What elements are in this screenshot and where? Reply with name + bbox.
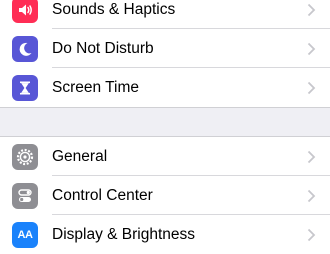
gear-icon xyxy=(12,143,38,170)
chevron-right-icon xyxy=(307,150,316,163)
settings-row-label: Sounds & Haptics xyxy=(52,0,176,18)
settings-row-label: General xyxy=(52,147,108,165)
settings-row-label: Control Center xyxy=(52,186,153,204)
settings-row-label: Do Not Disturb xyxy=(52,39,154,57)
settings-row-label: Screen Time xyxy=(52,78,140,96)
settings-row-label: Display & Brightness xyxy=(52,225,196,243)
settings-group-general: General Control Center AA Display & Brig… xyxy=(0,137,330,254)
section-divider xyxy=(0,107,330,108)
chevron-right-icon xyxy=(307,189,316,202)
settings-row-control-center[interactable]: Control Center xyxy=(0,176,330,215)
text-size-icon-glyph: AA xyxy=(17,228,33,241)
settings-row-screen-time[interactable]: Screen Time xyxy=(0,68,330,107)
settings-row-display-brightness[interactable]: AA Display & Brightness xyxy=(0,215,330,254)
chevron-right-icon xyxy=(307,3,316,16)
text-size-icon: AA xyxy=(12,221,38,248)
settings-row-do-not-disturb[interactable]: Do Not Disturb xyxy=(0,29,330,68)
chevron-right-icon xyxy=(307,81,316,94)
chevron-right-icon xyxy=(307,42,316,55)
settings-group-sound-focus: Sounds & Haptics Do Not Disturb Screen T… xyxy=(0,0,330,107)
settings-row-general[interactable]: General xyxy=(0,137,330,176)
settings-row-sounds-haptics[interactable]: Sounds & Haptics xyxy=(0,0,330,29)
chevron-right-icon xyxy=(307,228,316,241)
moon-icon xyxy=(12,35,38,62)
speaker-icon xyxy=(12,0,38,23)
hourglass-icon xyxy=(12,74,38,101)
toggles-icon xyxy=(12,182,38,209)
